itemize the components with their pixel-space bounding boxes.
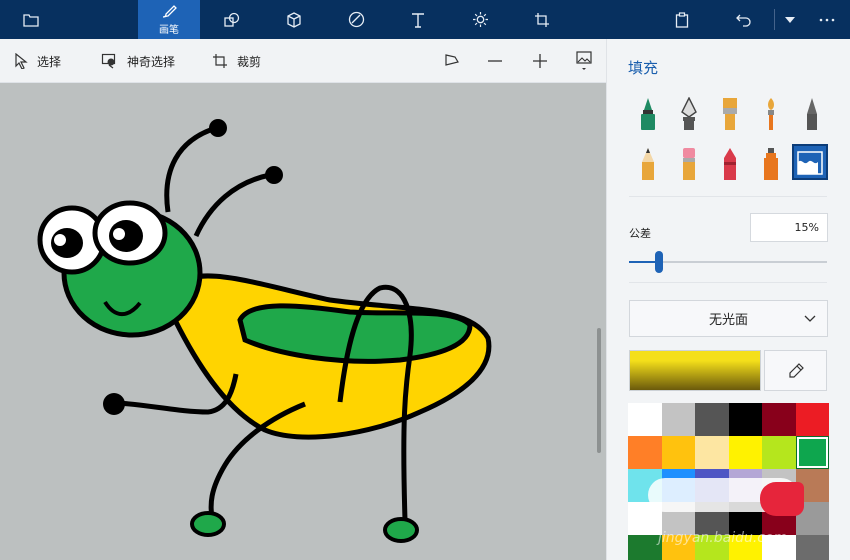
select-label: 选择 bbox=[37, 54, 62, 69]
oil-brush-button[interactable] bbox=[712, 96, 748, 132]
magic-select-button[interactable]: 神奇选择 bbox=[101, 39, 175, 83]
eraser-icon bbox=[683, 148, 695, 180]
palette-color-swatch[interactable] bbox=[762, 436, 796, 469]
tab-2d-shapes[interactable] bbox=[210, 0, 254, 39]
2d-shapes-icon bbox=[224, 12, 240, 27]
history-dropdown-button[interactable] bbox=[776, 0, 804, 39]
open-menu-button[interactable] bbox=[9, 0, 53, 39]
palette-color-swatch[interactable] bbox=[795, 436, 829, 469]
chevron-down-icon bbox=[785, 16, 795, 23]
undo-button[interactable] bbox=[722, 0, 766, 39]
palette-color-swatch[interactable] bbox=[795, 403, 829, 436]
crop-label: 裁剪 bbox=[237, 54, 262, 69]
select-button[interactable]: 选择 bbox=[14, 39, 61, 83]
view-3d-button[interactable] bbox=[437, 39, 467, 83]
tolerance-label: 公差 bbox=[629, 227, 651, 240]
image-icon bbox=[576, 51, 592, 70]
tab-brushes-label: 画笔 bbox=[159, 24, 179, 36]
tab-effects[interactable] bbox=[458, 0, 502, 39]
tolerance-slider-thumb[interactable] bbox=[654, 251, 663, 273]
pixel-pen-icon bbox=[807, 98, 817, 130]
overlay-mark bbox=[760, 482, 804, 516]
eyedropper-button[interactable] bbox=[764, 350, 827, 391]
tab-canvas[interactable] bbox=[520, 0, 564, 39]
palette-color-swatch[interactable] bbox=[661, 403, 695, 436]
palette-color-swatch[interactable] bbox=[628, 436, 662, 469]
palette-color-swatch[interactable] bbox=[795, 535, 829, 560]
current-color-swatch[interactable] bbox=[629, 350, 761, 391]
oil-brush-icon bbox=[723, 98, 737, 130]
marker-brush-icon bbox=[641, 98, 655, 130]
minus-icon bbox=[488, 60, 502, 62]
crop-icon bbox=[213, 54, 227, 68]
more-dots-icon bbox=[819, 18, 835, 21]
watercolor-brush-icon bbox=[768, 98, 774, 130]
cube-icon bbox=[287, 11, 301, 28]
divider bbox=[629, 196, 827, 197]
eraser-button[interactable] bbox=[671, 146, 707, 182]
eyedropper-icon bbox=[788, 362, 804, 378]
drawing-canvas[interactable] bbox=[0, 83, 606, 560]
more-button[interactable] bbox=[805, 0, 849, 39]
pixel-pen-button[interactable] bbox=[794, 96, 830, 132]
clipboard-icon bbox=[675, 11, 689, 28]
calligraphy-pen-button[interactable] bbox=[671, 96, 707, 132]
crop-button[interactable]: 裁剪 bbox=[212, 39, 261, 83]
tolerance-slider[interactable] bbox=[629, 251, 827, 273]
selection-toolbar: 选择 神奇选择 裁剪 bbox=[0, 39, 606, 83]
tab-3d-shapes[interactable] bbox=[272, 0, 316, 39]
marker-brush-button[interactable] bbox=[630, 96, 666, 132]
vertical-scrollbar[interactable] bbox=[597, 328, 601, 453]
palette-color-swatch[interactable] bbox=[628, 535, 662, 560]
spray-can-icon bbox=[764, 148, 778, 180]
brush-icon bbox=[162, 4, 177, 18]
watermark: jingyan.baidu.com bbox=[658, 530, 788, 546]
paste-button[interactable] bbox=[660, 0, 704, 39]
palette-color-swatch[interactable] bbox=[728, 403, 762, 436]
palette-color-swatch[interactable] bbox=[695, 436, 729, 469]
flag-icon bbox=[445, 54, 459, 66]
crayon-button[interactable] bbox=[712, 146, 748, 182]
image-options-button[interactable] bbox=[569, 39, 599, 83]
tolerance-input[interactable]: 15% bbox=[750, 213, 828, 242]
divider bbox=[629, 282, 827, 283]
sticker-icon bbox=[348, 11, 364, 28]
tab-stickers[interactable] bbox=[334, 0, 378, 39]
zoom-out-button[interactable] bbox=[480, 39, 510, 83]
zoom-in-button[interactable] bbox=[525, 39, 555, 83]
tab-brushes[interactable]: 画笔 bbox=[138, 0, 200, 39]
palette-color-swatch[interactable] bbox=[661, 436, 695, 469]
crayon-icon bbox=[724, 148, 736, 180]
pencil-icon bbox=[642, 148, 654, 180]
chevron-down-icon bbox=[804, 315, 816, 322]
calligraphy-pen-icon bbox=[681, 97, 697, 130]
text-icon bbox=[412, 12, 424, 28]
palette-color-swatch[interactable] bbox=[695, 403, 729, 436]
palette-color-swatch[interactable] bbox=[762, 403, 796, 436]
watercolor-brush-button[interactable] bbox=[753, 96, 789, 132]
magic-select-label: 神奇选择 bbox=[127, 54, 176, 69]
finish-dropdown[interactable]: 无光面 bbox=[629, 300, 828, 337]
fill-bucket-button[interactable] bbox=[792, 144, 828, 180]
cursor-icon bbox=[15, 53, 28, 69]
top-toolbar: 画笔 bbox=[0, 0, 850, 39]
sun-icon bbox=[472, 12, 488, 27]
grasshopper-drawing bbox=[37, 119, 492, 543]
magic-select-icon bbox=[101, 53, 116, 69]
folder-icon bbox=[23, 13, 39, 27]
undo-icon bbox=[736, 14, 751, 27]
palette-color-swatch[interactable] bbox=[628, 403, 662, 436]
toolbar-divider bbox=[774, 9, 775, 30]
panel-title: 填充 bbox=[628, 59, 659, 77]
crop-canvas-icon bbox=[535, 12, 549, 27]
plus-icon bbox=[533, 54, 547, 68]
finish-value: 无光面 bbox=[708, 313, 748, 328]
fill-bucket-icon bbox=[797, 151, 823, 175]
spray-can-button[interactable] bbox=[753, 146, 789, 182]
palette-color-swatch[interactable] bbox=[728, 436, 762, 469]
pencil-button[interactable] bbox=[630, 146, 666, 182]
tab-text[interactable] bbox=[396, 0, 440, 39]
